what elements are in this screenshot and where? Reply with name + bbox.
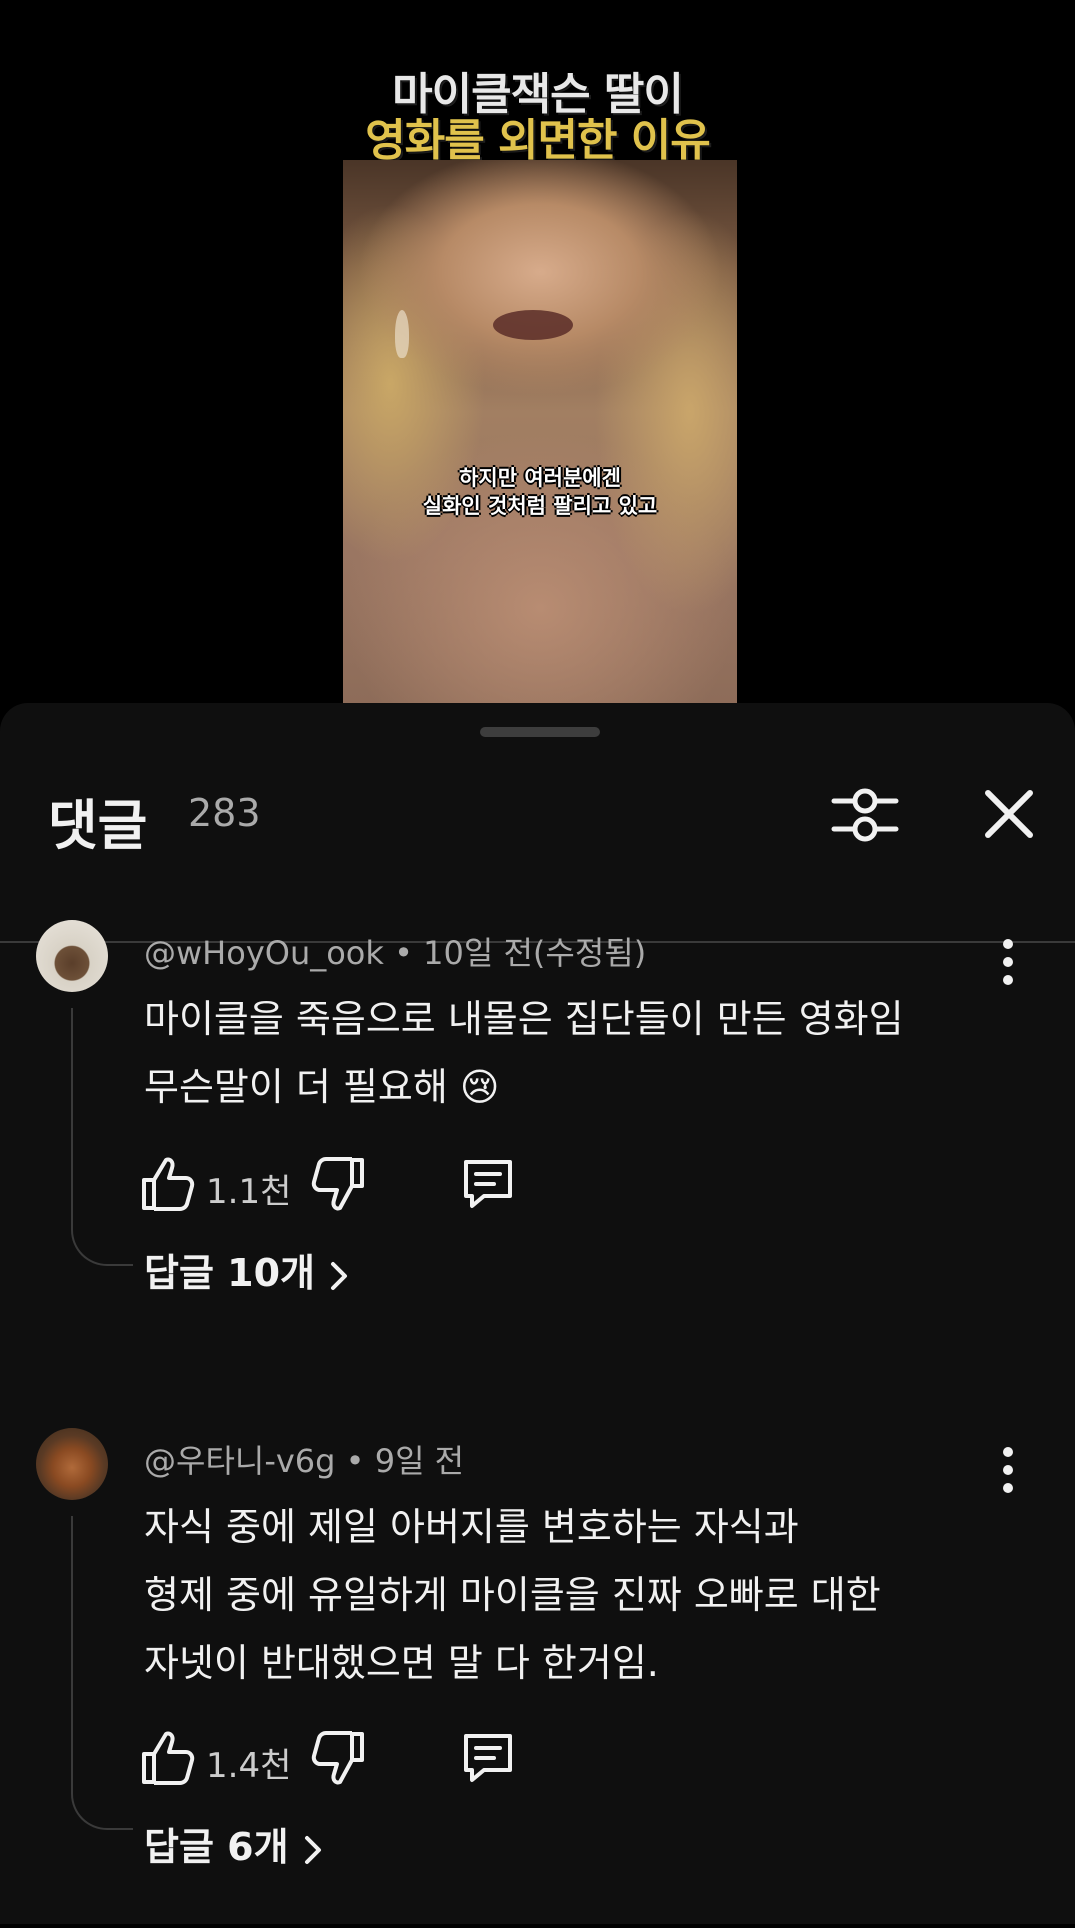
reply-button[interactable] — [458, 1728, 518, 1788]
dislike-button[interactable] — [310, 1154, 366, 1214]
like-count: 1.1천 — [206, 1172, 292, 1212]
chevron-right-icon — [301, 1833, 325, 1867]
more-options-button[interactable] — [990, 934, 1026, 990]
comment-author[interactable]: @우타니-v6g — [144, 1442, 335, 1480]
avatar[interactable] — [36, 1428, 108, 1500]
comment-text-line: 마이클을 죽음으로 내몰은 집단들이 만든 영화임 — [144, 997, 904, 1041]
close-button[interactable] — [976, 781, 1042, 847]
more-vertical-icon — [1003, 939, 1013, 985]
more-options-button[interactable] — [990, 1442, 1026, 1498]
comment-text-line: 자넷이 반대했으면 말 다 한거임. — [144, 1641, 659, 1685]
dislike-button[interactable] — [310, 1728, 366, 1788]
thumbs-down-icon — [311, 1731, 364, 1785]
comment-author[interactable]: @wHoyOu_ook — [144, 934, 384, 972]
replies-label: 답글 6개 — [144, 1825, 289, 1869]
comment-actions: 1.1천 — [140, 1154, 640, 1218]
more-vertical-icon — [1003, 1447, 1013, 1493]
thread-line — [71, 1516, 133, 1830]
video-subtitle-line1: 하지만 여러분에겐 — [459, 466, 621, 490]
video-frame-detail — [493, 310, 573, 340]
view-replies-link[interactable]: 답글 6개 — [144, 1816, 325, 1871]
video-player[interactable]: 마이클잭슨 딸이 영화를 외면한 이유 하지만 여러분에겐 실화인 것처럼 팔리… — [0, 0, 1075, 720]
comment-text-line: 자식 중에 제일 아버지를 변호하는 자식과 — [144, 1505, 799, 1549]
meta-separator: • — [335, 1442, 375, 1480]
close-icon — [985, 790, 1033, 838]
reply-button[interactable] — [458, 1154, 518, 1214]
thread-line — [71, 1008, 133, 1266]
like-button[interactable] — [140, 1154, 196, 1214]
comment-icon — [464, 1734, 512, 1782]
video-subtitle-line2: 실화인 것처럼 팔리고 있고 — [422, 494, 658, 518]
comment-time: 9일 전 — [374, 1442, 465, 1480]
comments-sheet: 댓글 283 @wHoyOu_ook • 10일 전(수정됨) 마이클을 죽음으… — [0, 703, 1075, 1924]
comment-item: @우타니-v6g • 9일 전 자식 중에 제일 아버지를 변호하는 자식과 형… — [0, 1428, 1075, 1928]
like-button[interactable] — [140, 1728, 196, 1788]
filter-icon — [831, 788, 899, 842]
comment-meta: @wHoyOu_ook • 10일 전(수정됨) — [144, 928, 646, 974]
comment-text-line: 형제 중에 유일하게 마이클을 진짜 오빠로 대한 — [144, 1573, 881, 1617]
avatar[interactable] — [36, 920, 108, 992]
filter-button[interactable] — [828, 777, 902, 851]
comment-meta: @우타니-v6g • 9일 전 — [144, 1436, 464, 1482]
comment-actions: 1.4천 — [140, 1728, 640, 1792]
thumbs-up-icon — [142, 1731, 195, 1785]
replies-label: 답글 10개 — [144, 1251, 315, 1295]
drag-handle[interactable] — [480, 727, 600, 737]
thumbs-down-icon — [311, 1157, 364, 1211]
comment-icon — [464, 1160, 512, 1208]
video-title-line2: 영화를 외면한 이유 — [365, 115, 710, 166]
comment-text-line: 무슨말이 더 필요해 😢 — [144, 1065, 500, 1109]
like-count: 1.4천 — [206, 1746, 292, 1786]
comment-time: 10일 전(수정됨) — [423, 934, 647, 972]
meta-separator: • — [383, 934, 424, 972]
comments-header: 댓글 283 — [0, 763, 1075, 943]
comments-title: 댓글 — [48, 794, 148, 857]
chevron-right-icon — [327, 1259, 351, 1293]
comment-item: @wHoyOu_ook • 10일 전(수정됨) 마이클을 죽음으로 내몰은 집… — [0, 920, 1075, 1350]
comments-count: 283 — [188, 791, 261, 835]
view-replies-link[interactable]: 답글 10개 — [144, 1242, 351, 1297]
video-frame-detail — [395, 310, 409, 358]
video-frame: 하지만 여러분에겐 실화인 것처럼 팔리고 있고 — [343, 160, 737, 720]
thumbs-up-icon — [142, 1157, 195, 1211]
